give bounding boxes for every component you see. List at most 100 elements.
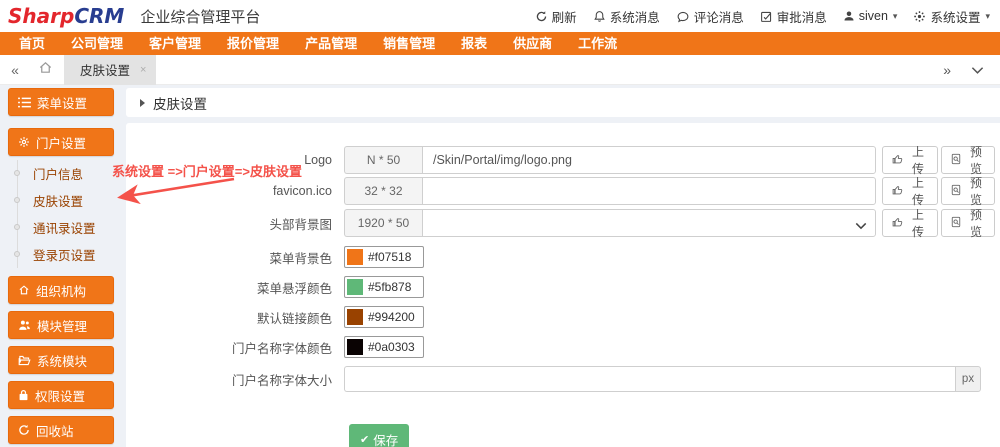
sidebar-subitem-contacts-settings[interactable]: 通讯录设置 [18,214,114,241]
system-settings-menu[interactable]: 系统设置 ▾ [913,7,990,26]
collapse-tabs-left-button[interactable]: « [0,62,30,78]
bullet-icon [14,197,20,203]
save-button[interactable]: ✔ 保存 [349,424,409,447]
nav-item-company[interactable]: 公司管理 [58,32,136,55]
save-label: 保存 [373,430,398,447]
home-tab-button[interactable] [30,60,60,80]
favicon-path-input[interactable] [422,177,876,205]
comment-messages-button[interactable]: 评论消息 [676,7,744,26]
logo-size-addon: N * 50 [344,146,422,174]
favicon-preview-button[interactable]: 预览 [941,177,995,205]
menu-hover-color-row: 菜单悬浮颜色 #5fb878 [126,276,995,298]
sidebar-item-label: 模块管理 [37,316,87,335]
logo-upload-button[interactable]: 上传 [882,146,938,174]
header-utilities: 刷新 系统消息 评论消息 审批消息 siven ▾ 系统设置 [535,7,990,26]
page-title-panel: 皮肤设置 [126,88,1000,117]
header-bg-size-addon: 1920 * 50 [344,209,422,237]
default-link-color-label: 默认链接颜色 [126,308,344,327]
menu-bg-color-picker[interactable]: #f07518 [344,246,424,268]
logo-input-group: N * 50 [344,146,876,174]
header-bg-input[interactable] [422,209,876,237]
preview-document-icon [950,153,962,168]
subitem-label: 门户信息 [33,164,83,183]
sidebar-subitem-skin-settings[interactable]: 皮肤设置 [18,187,114,214]
menu-bg-color-label: 菜单背景色 [126,248,344,267]
logo-preview-button[interactable]: 预览 [941,146,995,174]
header-bg-preview-button[interactable]: 预览 [941,209,995,237]
user-name: siven [859,9,888,23]
thumb-up-icon [891,216,903,231]
color-hex-value: #0a0303 [368,340,415,354]
recycle-icon [18,424,30,436]
menu-hover-color-picker[interactable]: #5fb878 [344,276,424,298]
refresh-button[interactable]: 刷新 [535,7,577,26]
default-link-color-picker[interactable]: #994200 [344,306,424,328]
thumb-up-icon [891,153,903,168]
main-content: 皮肤设置 Logo N * 50 上传 预览 [126,88,1000,447]
color-swatch [347,249,363,265]
sidebar-item-label: 系统模块 [37,351,87,370]
sidebar-item-label: 菜单设置 [37,93,87,112]
px-unit-addon: px [955,366,981,392]
sidebar-item-portal-settings[interactable]: 门户设置 [8,128,114,156]
close-icon[interactable]: × [140,64,146,76]
sidebar-item-menu-settings[interactable]: 菜单设置 [8,88,114,116]
nav-item-customer[interactable]: 客户管理 [136,32,214,55]
nav-item-supplier[interactable]: 供应商 [500,32,565,55]
expand-tabs-right-button[interactable]: » [943,62,951,78]
approval-icon [760,10,773,23]
preview-label: 预览 [966,143,986,177]
nav-item-sales[interactable]: 销售管理 [370,32,448,55]
system-messages-button[interactable]: 系统消息 [593,7,660,26]
nav-item-home[interactable]: 首页 [6,32,58,55]
logo-path-input[interactable] [422,146,876,174]
preview-label: 预览 [966,206,986,240]
color-swatch [347,339,363,355]
preview-label: 预览 [966,174,986,208]
favicon-upload-button[interactable]: 上传 [882,177,938,205]
portal-name-font-color-row: 门户名称字体颜色 #0a0303 [126,336,995,358]
sidebar-item-label: 门户设置 [36,133,86,152]
tab-list-dropdown-button[interactable] [971,62,984,78]
nav-item-report[interactable]: 报表 [448,32,500,55]
header-bg-upload-button[interactable]: 上传 [882,209,938,237]
user-menu[interactable]: siven ▾ [843,9,898,23]
brand-logo-sharp: Sharp [8,4,74,28]
sidebar-item-recycle-bin[interactable]: 回收站 [8,416,114,444]
default-link-color-row: 默认链接颜色 #994200 [126,306,995,328]
nav-item-quotation[interactable]: 报价管理 [214,32,292,55]
sidebar-item-organization[interactable]: 组织机构 [8,276,114,304]
thumb-up-icon [891,184,903,199]
subitem-label: 登录页设置 [33,245,96,264]
upload-label: 上传 [907,143,929,177]
building-icon [18,284,30,296]
comment-icon [676,10,690,23]
tab-skin-settings[interactable]: 皮肤设置 × [64,55,156,85]
sidebar-item-module-management[interactable]: 模块管理 [8,311,114,339]
system-settings-label: 系统设置 [930,7,980,26]
color-hex-value: #f07518 [368,250,411,264]
sidebar-item-system-modules[interactable]: 系统模块 [8,346,114,374]
page-title: 皮肤设置 [153,93,207,113]
settings-sidebar: 菜单设置 门户设置 门户信息 皮肤设置 通讯录设置 [0,85,122,447]
triangle-right-icon [140,99,145,107]
upload-label: 上传 [907,206,929,240]
users-icon [18,319,31,331]
header-bg-label: 头部背景图 [126,214,344,233]
portal-name-font-color-label: 门户名称字体颜色 [126,338,344,357]
app-window: SharpCRM 企业综合管理平台 刷新 系统消息 评论消息 审批消息 si [0,0,1000,447]
sidebar-item-permission-settings[interactable]: 权限设置 [8,381,114,409]
approval-messages-button[interactable]: 审批消息 [760,7,827,26]
chevron-down-icon[interactable] [855,217,867,235]
user-icon [843,10,855,22]
menu-hover-color-label: 菜单悬浮颜色 [126,278,344,297]
portal-name-font-size-input[interactable] [344,366,955,392]
sidebar-subitem-login-page-settings[interactable]: 登录页设置 [18,241,114,268]
portal-name-font-color-picker[interactable]: #0a0303 [344,336,424,358]
nav-item-workflow[interactable]: 工作流 [565,32,630,55]
brand-logo: SharpCRM [8,6,124,26]
sidebar-subitem-portal-info[interactable]: 门户信息 [18,160,114,187]
color-swatch [347,309,363,325]
header-bg-select[interactable] [422,209,876,237]
nav-item-product[interactable]: 产品管理 [292,32,370,55]
